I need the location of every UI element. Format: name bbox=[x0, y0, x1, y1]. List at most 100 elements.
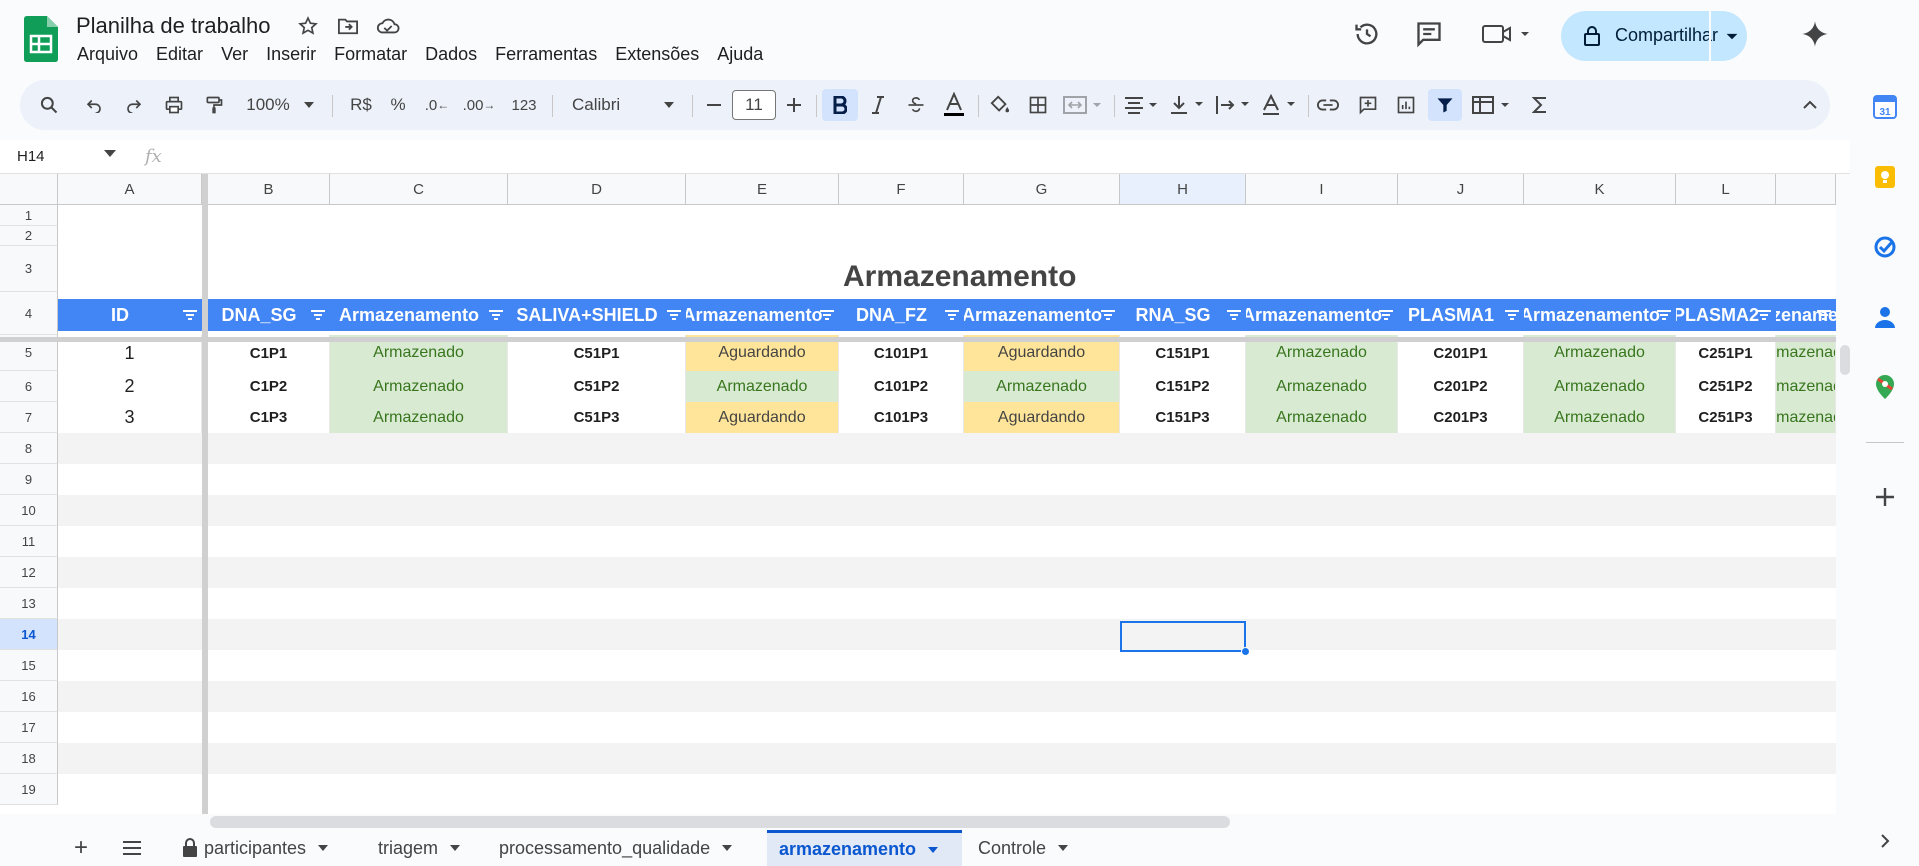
table-cell[interactable]: Armazenado bbox=[964, 371, 1120, 402]
header-cell[interactable]: Armazenamento bbox=[964, 299, 1120, 331]
column-filter-icon[interactable] bbox=[310, 307, 326, 323]
header-cell[interactable]: Armazenamento bbox=[330, 299, 508, 331]
column-header-e[interactable]: E bbox=[686, 174, 839, 205]
column-filter-icon[interactable] bbox=[1504, 307, 1520, 323]
menu-inserir[interactable]: Inserir bbox=[257, 42, 325, 67]
insert-chart-icon[interactable] bbox=[1392, 89, 1420, 121]
all-sheets-icon[interactable] bbox=[110, 830, 154, 866]
row-header-17[interactable]: 17 bbox=[0, 712, 58, 743]
undo-icon[interactable] bbox=[80, 89, 108, 121]
menu-dados[interactable]: Dados bbox=[416, 42, 486, 67]
share-dropdown-icon[interactable] bbox=[1719, 23, 1745, 54]
sheet-tab-participantes[interactable]: participantes bbox=[170, 830, 340, 866]
redo-icon[interactable] bbox=[120, 89, 148, 121]
table-cell[interactable]: C151P2 bbox=[1120, 371, 1246, 402]
text-rotation-icon[interactable] bbox=[1258, 89, 1300, 121]
column-filter-icon[interactable] bbox=[1756, 307, 1772, 323]
vertical-align-icon[interactable] bbox=[1166, 89, 1208, 121]
column-header-d[interactable]: D bbox=[508, 174, 686, 205]
percent-format-button[interactable]: % bbox=[386, 89, 410, 121]
currency-format-button[interactable]: R$ bbox=[346, 89, 376, 121]
sheets-logo-icon[interactable] bbox=[24, 16, 58, 62]
table-cell[interactable]: Armazenado bbox=[1246, 371, 1398, 402]
row-header-1[interactable]: 1 bbox=[0, 205, 58, 226]
row-header-9[interactable]: 9 bbox=[0, 464, 58, 495]
sheet-tab-armazenamento[interactable]: armazenamento bbox=[767, 830, 962, 866]
move-folder-icon[interactable] bbox=[336, 14, 360, 38]
row-header-16[interactable]: 16 bbox=[0, 681, 58, 712]
menu-formatar[interactable]: Formatar bbox=[325, 42, 416, 67]
table-cell[interactable]: C201P2 bbox=[1398, 371, 1524, 402]
print-icon[interactable] bbox=[160, 89, 188, 121]
horizontal-scrollbar[interactable] bbox=[210, 816, 1230, 828]
insert-comment-icon[interactable] bbox=[1354, 89, 1382, 121]
sheet-tab-processamento-qualidade[interactable]: processamento_qualidade bbox=[487, 830, 744, 866]
row-header-6[interactable]: 6 bbox=[0, 371, 58, 402]
increase-decimals-button[interactable]: .00 → bbox=[462, 89, 496, 121]
chevron-down-icon[interactable] bbox=[104, 150, 116, 158]
column-header-overflow[interactable] bbox=[1776, 174, 1836, 205]
menu-editar[interactable]: Editar bbox=[147, 42, 212, 67]
spreadsheet-grid[interactable]: A B C D E F G H I J K L 1 2 3 4 5 6 7 8 9 10 11 12 13 14 15 16 17 18 1… bbox=[0, 174, 1836, 814]
select-all-corner[interactable] bbox=[0, 174, 58, 205]
table-cell[interactable]: Aguardando bbox=[964, 402, 1120, 433]
font-size-input[interactable]: 11 bbox=[732, 90, 776, 120]
table-cell[interactable]: Armazenado bbox=[1524, 402, 1676, 433]
column-header-i[interactable]: I bbox=[1246, 174, 1398, 205]
table-cell[interactable]: Aguardando bbox=[686, 402, 839, 433]
column-header-f[interactable]: F bbox=[839, 174, 964, 205]
column-header-a[interactable]: A bbox=[58, 174, 202, 205]
increase-font-size-button[interactable] bbox=[780, 89, 808, 121]
table-cell[interactable]: Armazenado bbox=[330, 402, 508, 433]
filter-views-icon[interactable] bbox=[1468, 89, 1514, 121]
row-header-7[interactable]: 7 bbox=[0, 402, 58, 433]
table-cell[interactable]: Armazenado bbox=[686, 371, 839, 402]
collapse-menus-icon[interactable] bbox=[1796, 89, 1824, 121]
text-color-icon[interactable] bbox=[938, 89, 970, 121]
column-header-b[interactable]: B bbox=[208, 174, 330, 205]
insert-link-icon[interactable] bbox=[1314, 89, 1342, 121]
column-filter-icon[interactable] bbox=[666, 307, 682, 323]
row-header-3[interactable]: 3 bbox=[0, 246, 58, 292]
table-cell[interactable]: C1P2 bbox=[208, 371, 330, 402]
column-filter-icon[interactable] bbox=[819, 307, 835, 323]
row-header-4[interactable]: 4 bbox=[0, 292, 58, 335]
add-sheet-icon[interactable]: + bbox=[62, 830, 100, 866]
table-cell[interactable]: C1P3 bbox=[208, 402, 330, 433]
header-cell[interactable]: PLASMA2 bbox=[1676, 299, 1776, 331]
row-header-2[interactable]: 2 bbox=[0, 226, 58, 246]
name-box[interactable]: H14 bbox=[17, 148, 45, 165]
menu-ver[interactable]: Ver bbox=[212, 42, 257, 67]
formula-input[interactable] bbox=[180, 144, 1830, 170]
row-header-14[interactable]: 14 bbox=[0, 619, 58, 650]
column-filter-icon[interactable] bbox=[1656, 307, 1672, 323]
font-family-select[interactable]: Calibri bbox=[564, 89, 684, 121]
frozen-column-divider[interactable] bbox=[202, 174, 208, 814]
vertical-scrollbar[interactable] bbox=[1840, 345, 1850, 375]
column-filter-icon[interactable] bbox=[182, 307, 198, 323]
filter-icon[interactable] bbox=[1428, 89, 1462, 121]
table-cell[interactable]: Armazenado bbox=[1776, 402, 1836, 433]
header-cell[interactable]: Armazenamento bbox=[686, 299, 839, 331]
table-cell[interactable]: C251P3 bbox=[1676, 402, 1776, 433]
header-cell[interactable]: Armazenamento bbox=[1524, 299, 1676, 331]
column-filter-icon[interactable] bbox=[944, 307, 960, 323]
paint-format-icon[interactable] bbox=[200, 89, 228, 121]
column-header-c[interactable]: C bbox=[330, 174, 508, 205]
menu-ajuda[interactable]: Ajuda bbox=[708, 42, 772, 67]
number-format-button[interactable]: 123 bbox=[506, 89, 542, 121]
header-cell[interactable]: DNA_FZ bbox=[839, 299, 964, 331]
header-cell[interactable]: ID bbox=[58, 299, 202, 331]
menu-arquivo[interactable]: Arquivo bbox=[68, 42, 147, 67]
row-header-13[interactable]: 13 bbox=[0, 588, 58, 619]
table-cell[interactable]: Armazenado bbox=[1776, 371, 1836, 402]
table-cell[interactable]: C151P3 bbox=[1120, 402, 1246, 433]
header-cell[interactable]: SALIVA+SHIELD bbox=[508, 299, 686, 331]
sheet-tab-controle[interactable]: Controle bbox=[966, 830, 1080, 866]
column-header-g[interactable]: G bbox=[964, 174, 1120, 205]
header-cell[interactable]: PLASMA1 bbox=[1398, 299, 1524, 331]
decrease-decimals-button[interactable]: .0 ← bbox=[422, 89, 452, 121]
table-cell[interactable]: C51P2 bbox=[508, 371, 686, 402]
fill-handle[interactable] bbox=[1241, 647, 1250, 656]
chevron-right-icon[interactable] bbox=[1872, 828, 1898, 854]
